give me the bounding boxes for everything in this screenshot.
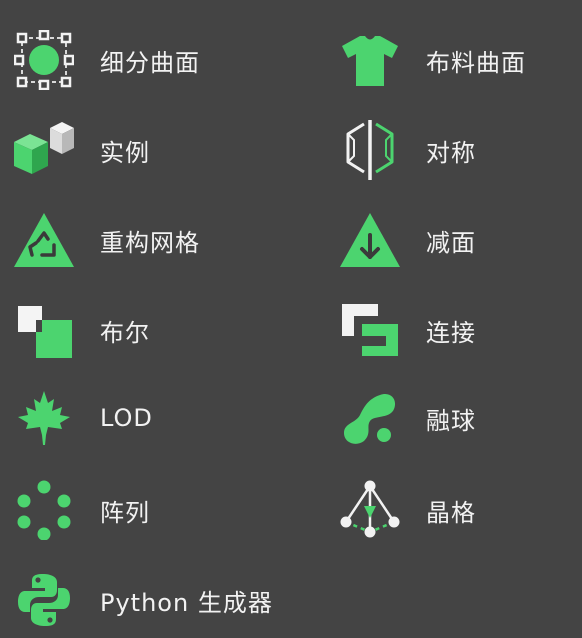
lattice-icon <box>338 480 402 538</box>
tool-array[interactable]: 阵列 <box>12 480 150 540</box>
tool-remesh[interactable]: 重构网格 <box>12 212 200 268</box>
connect-icon <box>338 302 402 358</box>
tool-label: 减面 <box>426 228 476 257</box>
tool-metaball[interactable]: 融球 <box>338 390 476 446</box>
remesh-triangle-icon <box>12 212 76 268</box>
tool-label: 连接 <box>426 318 476 347</box>
tool-label: 布尔 <box>100 318 150 347</box>
array-dots-icon <box>12 480 76 540</box>
tool-connect[interactable]: 连接 <box>338 302 476 358</box>
tool-label: 阵列 <box>100 498 150 527</box>
subdivision-surface-icon <box>12 30 76 90</box>
tool-symmetry[interactable]: 对称 <box>338 120 476 180</box>
tool-label: 细分曲面 <box>100 48 200 77</box>
tool-label: 晶格 <box>426 498 476 527</box>
instance-cubes-icon <box>12 122 76 178</box>
tool-label: 实例 <box>100 138 150 167</box>
tool-label: 对称 <box>426 138 476 167</box>
tool-cloth-surface[interactable]: 布料曲面 <box>338 32 526 88</box>
boolean-squares-icon <box>12 302 76 358</box>
cloth-tshirt-icon <box>338 32 402 88</box>
tool-label: Python 生成器 <box>100 588 273 617</box>
tool-lattice[interactable]: 晶格 <box>338 480 476 538</box>
tool-subdivision-surface[interactable]: 细分曲面 <box>12 30 200 90</box>
maple-leaf-icon <box>12 390 76 446</box>
tool-decimate[interactable]: 减面 <box>338 212 476 268</box>
tool-label: 融球 <box>426 406 476 435</box>
tool-label: 重构网格 <box>100 228 200 257</box>
tool-label: 布料曲面 <box>426 48 526 77</box>
tool-lod[interactable]: LOD <box>12 390 153 446</box>
symmetry-icon <box>338 120 402 180</box>
decimate-triangle-icon <box>338 212 402 268</box>
tool-python-generator[interactable]: Python 生成器 <box>12 572 273 628</box>
tool-boolean[interactable]: 布尔 <box>12 302 150 358</box>
python-logo-icon <box>12 572 76 628</box>
tool-label: LOD <box>100 404 153 432</box>
tool-instance[interactable]: 实例 <box>12 122 150 178</box>
metaball-icon <box>338 390 402 446</box>
